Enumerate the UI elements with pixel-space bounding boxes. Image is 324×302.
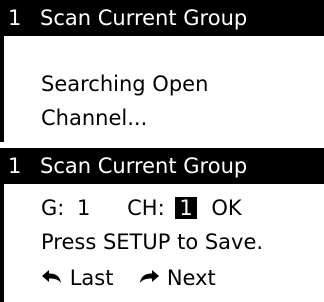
channel-value-selected[interactable]: 1 <box>175 197 197 219</box>
lcd-screen-result: 1 Scan Current Group G: 1 CH: 1 OK Press… <box>0 148 324 302</box>
next-nav[interactable]: Next <box>138 266 216 290</box>
display-edge <box>0 184 4 302</box>
next-label: Next <box>166 266 216 290</box>
menu-title: Scan Current Group <box>40 6 248 30</box>
group-label: G: <box>41 196 65 220</box>
group-value: 1 <box>77 196 91 220</box>
status-message-line1: Searching Open <box>41 72 209 96</box>
display-edge <box>0 36 4 142</box>
last-nav[interactable]: Last <box>41 266 113 290</box>
title-bar: 1 Scan Current Group <box>0 148 324 184</box>
menu-number: 1 <box>8 6 22 30</box>
status-ok: OK <box>211 196 242 220</box>
last-label: Last <box>69 266 114 290</box>
title-bar: 1 Scan Current Group <box>0 0 324 36</box>
group-channel-row: G: 1 CH: 1 OK <box>41 196 242 220</box>
status-message-line2: Channel... <box>41 106 148 130</box>
lcd-screen-scanning: 1 Scan Current Group Searching Open Chan… <box>0 0 324 142</box>
nav-row: Last Next <box>41 266 216 290</box>
menu-number: 1 <box>8 154 22 178</box>
channel-label: CH: <box>127 196 165 220</box>
menu-title: Scan Current Group <box>40 154 248 178</box>
undo-arrow-icon <box>42 270 61 283</box>
instruction-text: Press SETUP to Save. <box>41 230 264 254</box>
redo-arrow-icon <box>140 270 160 283</box>
